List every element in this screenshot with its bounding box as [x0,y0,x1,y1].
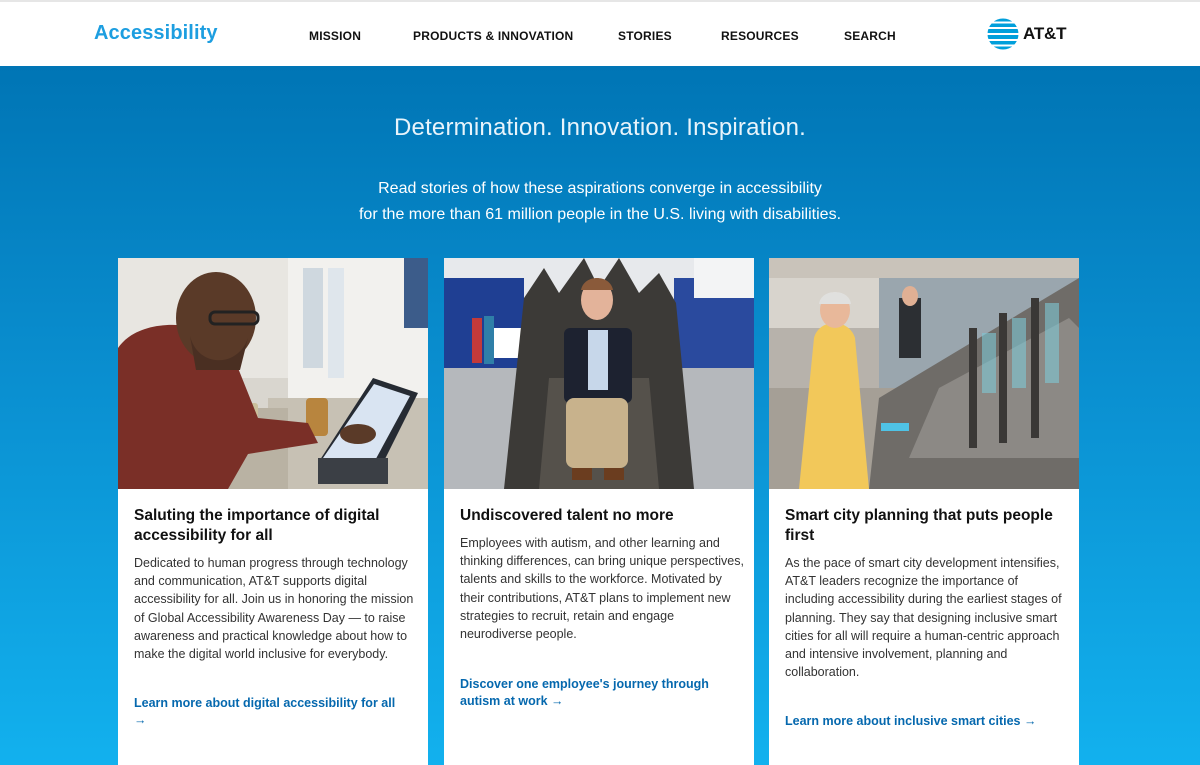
story-card-digital-accessibility: Saluting the importance of digital acces… [118,258,428,765]
nav-search[interactable]: SEARCH [844,29,896,43]
brand-link[interactable]: Accessibility [94,22,218,45]
story-link-autism-at-work[interactable]: Discover one employee's journey through … [460,676,730,710]
att-logo[interactable]: AT&T [987,18,1066,50]
hero-subtitle-line-2: for the more than 61 million people in t… [358,206,842,223]
story-image-transit-gates[interactable] [769,258,1079,489]
story-image-man-using-tablet[interactable] [118,258,428,489]
hero-section: Determination. Innovation. Inspiration. … [0,66,1200,765]
story-title: Undiscovered talent no more [460,507,674,524]
att-logo-text: AT&T [1023,24,1067,43]
hero-subtitle-line-1: Read stories of how these aspirations co… [378,180,822,197]
story-body: As the pace of smart city development in… [785,556,1062,680]
story-body: Dedicated to human progress through tech… [134,556,414,662]
story-title: Saluting the importance of digital acces… [134,507,380,544]
att-globe-icon [987,18,1019,50]
nav-mission[interactable]: MISSION [309,29,361,43]
story-image-man-on-throne[interactable] [444,258,754,489]
story-body: Employees with autism, and other learnin… [460,536,744,642]
story-link-digital-accessibility[interactable]: Learn more about digital accessibility f… [134,695,404,729]
hero-title: Determination. Innovation. Inspiration. [393,114,807,141]
site-header: Accessibility MISSION PRODUCTS & INNOVAT… [0,0,1200,66]
story-card-smart-city: Smart city planning that puts people fir… [769,258,1079,765]
story-card-undiscovered-talent: Undiscovered talent no more Employees wi… [444,258,754,765]
nav-stories[interactable]: STORIES [618,29,672,43]
story-link-smart-cities[interactable]: Learn more about inclusive smart cities … [785,713,1055,730]
story-title: Smart city planning that puts people fir… [785,507,1053,544]
nav-products-innovation[interactable]: PRODUCTS & INNOVATION [413,29,573,43]
nav-resources[interactable]: RESOURCES [721,29,799,43]
hero-subtitle: Read stories of how these aspirations co… [0,176,1200,228]
